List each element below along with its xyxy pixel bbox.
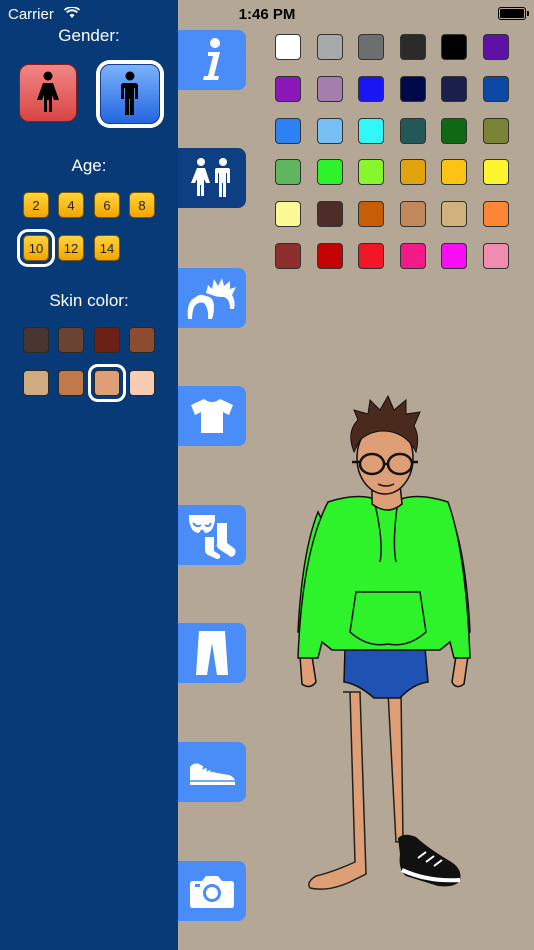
- color-swatch[interactable]: [275, 159, 301, 185]
- color-swatch[interactable]: [317, 34, 343, 60]
- skin-color-swatch[interactable]: [23, 370, 49, 396]
- color-swatch[interactable]: [400, 201, 426, 227]
- tab-shoes[interactable]: [178, 742, 246, 802]
- color-swatch[interactable]: [441, 243, 467, 269]
- camera-icon: [190, 876, 234, 908]
- color-swatch[interactable]: [317, 201, 343, 227]
- tab-body[interactable]: [178, 148, 246, 208]
- age-button-8[interactable]: 8: [129, 192, 155, 218]
- age-button-14[interactable]: 14: [94, 235, 120, 261]
- color-swatch[interactable]: [441, 76, 467, 102]
- color-swatch[interactable]: [358, 34, 384, 60]
- color-swatch[interactable]: [358, 159, 384, 185]
- left-leg: [387, 691, 409, 843]
- briefs: [343, 647, 429, 699]
- color-swatch[interactable]: [483, 118, 509, 144]
- tab-hair[interactable]: [178, 268, 246, 328]
- color-swatch[interactable]: [317, 118, 343, 144]
- color-swatch[interactable]: [317, 159, 343, 185]
- age-button-6[interactable]: 6: [94, 192, 120, 218]
- color-swatch[interactable]: [317, 243, 343, 269]
- color-swatch[interactable]: [441, 118, 467, 144]
- color-swatch[interactable]: [317, 76, 343, 102]
- info-icon: [203, 38, 220, 80]
- color-swatch[interactable]: [483, 76, 509, 102]
- pants-icon: [196, 631, 228, 675]
- skin-color-swatch[interactable]: [129, 370, 155, 396]
- tab-info[interactable]: [178, 30, 246, 90]
- age-label: Age:: [71, 156, 107, 175]
- color-swatch[interactable]: [358, 201, 384, 227]
- underwear-socks-icon: [189, 515, 236, 559]
- color-swatch[interactable]: [358, 76, 384, 102]
- color-swatch[interactable]: [358, 243, 384, 269]
- color-swatch[interactable]: [275, 34, 301, 60]
- color-swatch[interactable]: [400, 76, 426, 102]
- tab-pants[interactable]: [178, 623, 246, 683]
- color-swatch[interactable]: [400, 118, 426, 144]
- skin-color-swatch[interactable]: [58, 327, 84, 353]
- hair-icon: [187, 278, 236, 319]
- male-figure-icon: [121, 71, 138, 115]
- age-button-2[interactable]: 2: [23, 192, 49, 218]
- battery-icon: [498, 7, 529, 20]
- shoe-icon: [190, 763, 235, 785]
- color-swatch[interactable]: [275, 76, 301, 102]
- skin-color-swatch[interactable]: [94, 327, 120, 353]
- color-swatch[interactable]: [441, 34, 467, 60]
- tshirt-icon: [191, 399, 233, 433]
- female-figure-icon: [37, 71, 59, 112]
- color-swatch[interactable]: [400, 34, 426, 60]
- tab-camera[interactable]: [178, 861, 246, 921]
- male-button[interactable]: [100, 64, 160, 124]
- status-bar: Carrier 1:46 PM: [0, 0, 534, 28]
- character-figure: [297, 394, 471, 890]
- skin-color-swatch[interactable]: [58, 370, 84, 396]
- color-swatch[interactable]: [358, 118, 384, 144]
- color-swatch[interactable]: [483, 34, 509, 60]
- tab-underwear[interactable]: [178, 505, 246, 565]
- gender-icon: [191, 158, 230, 197]
- skin-color-swatch[interactable]: [94, 370, 120, 396]
- clock: 1:46 PM: [238, 6, 296, 23]
- color-swatch[interactable]: [275, 243, 301, 269]
- right-leg: [308, 691, 367, 890]
- gender-label: Gender:: [58, 26, 120, 45]
- color-swatch[interactable]: [483, 159, 509, 185]
- female-button[interactable]: [19, 64, 77, 122]
- hoodie: [297, 495, 471, 659]
- age-button-4[interactable]: 4: [58, 192, 84, 218]
- skin-color-swatch[interactable]: [129, 327, 155, 353]
- age-button-12[interactable]: 12: [58, 235, 84, 261]
- tab-shirt[interactable]: [178, 386, 246, 446]
- color-swatch[interactable]: [483, 201, 509, 227]
- skin-color-swatch[interactable]: [23, 327, 49, 353]
- color-swatch[interactable]: [441, 159, 467, 185]
- sidebar: Gender: Age: 2 4 6 8 10 12 14 Skin color…: [0, 0, 178, 950]
- color-swatch[interactable]: [483, 243, 509, 269]
- color-swatch[interactable]: [400, 243, 426, 269]
- color-swatch[interactable]: [400, 159, 426, 185]
- age-button-10[interactable]: 10: [23, 235, 49, 261]
- color-swatch[interactable]: [275, 118, 301, 144]
- skin-color-label: Skin color:: [49, 291, 129, 310]
- color-swatch[interactable]: [441, 201, 467, 227]
- color-swatch[interactable]: [275, 201, 301, 227]
